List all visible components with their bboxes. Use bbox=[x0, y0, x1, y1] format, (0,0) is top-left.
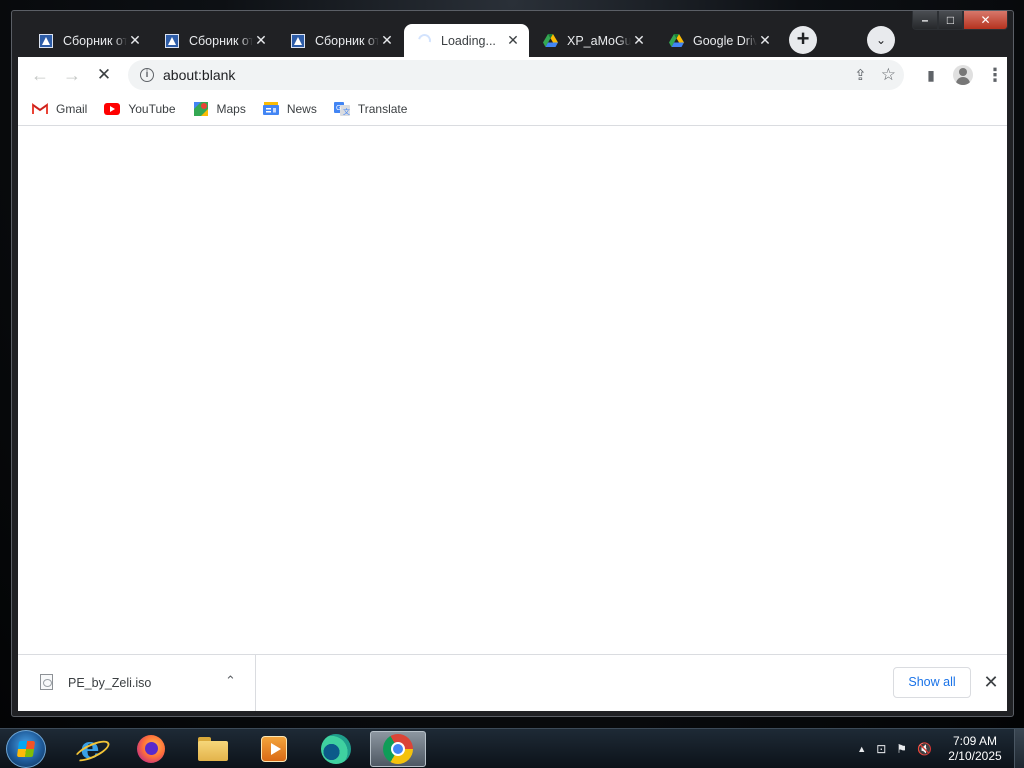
loading-spinner-icon bbox=[415, 31, 433, 50]
tab-close-icon[interactable]: ✕ bbox=[631, 32, 647, 49]
menu-icon[interactable]: ⋮ bbox=[981, 61, 1009, 89]
file-explorer-icon bbox=[198, 737, 228, 761]
tab-title: Loading... bbox=[441, 33, 496, 48]
bookmark-label: YouTube bbox=[128, 101, 176, 116]
bookmark-youtube[interactable]: YouTube bbox=[104, 101, 176, 116]
tab-title: XP_aMoGus bbox=[567, 33, 631, 48]
doc-icon bbox=[38, 33, 54, 49]
minimize-button[interactable]: – bbox=[912, 11, 938, 30]
bookmark-label: News bbox=[286, 101, 317, 116]
window-controls: – □ ✕ bbox=[912, 11, 1008, 31]
chevron-up-icon[interactable]: ⌃ bbox=[225, 673, 236, 689]
tab-title: Сборник от bbox=[63, 33, 127, 48]
volume-muted-icon[interactable]: 🔇 bbox=[917, 742, 932, 756]
bookmark-label: Gmail bbox=[56, 101, 88, 116]
action-center-flag-icon[interactable]: ⚑ bbox=[896, 742, 907, 756]
google-drive-icon bbox=[542, 33, 558, 49]
bookmark-translate[interactable]: G文 Translate bbox=[333, 101, 408, 116]
media-player-icon bbox=[261, 736, 287, 762]
tab-google-drive[interactable]: Google Drive ✕ bbox=[656, 24, 781, 57]
tab-strip: Сборник от ✕ Сборник от ✕ Сборник от ✕ L… bbox=[12, 11, 1013, 57]
profile-button[interactable] bbox=[949, 61, 977, 89]
tab-sbornik-1[interactable]: Сборник от ✕ bbox=[26, 24, 151, 57]
tab-xp-amogus[interactable]: XP_aMoGus ✕ bbox=[530, 24, 655, 57]
taskbar: e ▲ ⊡ ⚑ 🔇 7:09 AM 2/10/2025 bbox=[0, 728, 1024, 768]
start-button[interactable] bbox=[6, 730, 46, 768]
tab-search-button[interactable]: ⌄ bbox=[867, 26, 895, 54]
back-button[interactable]: ← bbox=[26, 61, 54, 89]
taskbar-media-player[interactable] bbox=[246, 731, 302, 767]
bookmark-maps[interactable]: Maps bbox=[193, 101, 246, 116]
doc-icon bbox=[290, 33, 306, 49]
tab-close-icon[interactable]: ✕ bbox=[505, 32, 521, 49]
svg-text:G: G bbox=[336, 105, 341, 112]
svg-text:文: 文 bbox=[343, 107, 350, 116]
translate-icon: G文 bbox=[333, 101, 350, 116]
tab-close-icon[interactable]: ✕ bbox=[757, 32, 773, 49]
tab-loading[interactable]: Loading... ✕ bbox=[404, 24, 529, 57]
bookmark-label: Maps bbox=[216, 101, 246, 116]
taskbar-edge[interactable] bbox=[308, 731, 364, 767]
maximize-button[interactable]: □ bbox=[938, 11, 963, 30]
tab-close-icon[interactable]: ✕ bbox=[253, 32, 269, 49]
show-desktop-button[interactable] bbox=[1014, 729, 1024, 768]
taskbar-chrome[interactable] bbox=[370, 731, 426, 767]
tab-close-icon[interactable]: ✕ bbox=[379, 32, 395, 49]
show-hidden-icons-icon[interactable]: ▲ bbox=[857, 744, 866, 754]
page-content[interactable] bbox=[18, 126, 1007, 654]
side-panel-icon[interactable]: ▮ bbox=[917, 61, 945, 89]
download-item[interactable]: PE_by_Zeli.iso ⌃ bbox=[18, 655, 256, 711]
clock-date: 2/10/2025 bbox=[948, 749, 1002, 763]
internet-explorer-icon: e bbox=[76, 734, 104, 764]
tab-sbornik-2[interactable]: Сборник от ✕ bbox=[152, 24, 277, 57]
share-icon[interactable]: ⇪ bbox=[854, 66, 867, 84]
show-all-button[interactable]: Show all bbox=[893, 667, 971, 698]
file-icon bbox=[40, 674, 53, 690]
news-icon bbox=[262, 102, 279, 116]
bookmark-label: Translate bbox=[357, 101, 408, 116]
avatar bbox=[953, 65, 973, 85]
gmail-icon bbox=[32, 102, 48, 116]
close-window-button[interactable]: ✕ bbox=[963, 11, 1008, 30]
taskbar-firefox[interactable] bbox=[123, 731, 179, 767]
download-file-name[interactable]: PE_by_Zeli.iso bbox=[68, 676, 151, 690]
omnibox-actions: ⇪ ☆ bbox=[854, 60, 896, 90]
bookmark-gmail[interactable]: Gmail bbox=[32, 102, 87, 116]
network-icon[interactable]: ⊡ bbox=[876, 742, 886, 756]
firefox-icon bbox=[137, 735, 165, 763]
bookmark-news[interactable]: News bbox=[262, 101, 317, 116]
download-shelf: PE_by_Zeli.iso ⌃ Show all ✕ bbox=[18, 654, 1007, 711]
forward-button[interactable]: → bbox=[58, 61, 86, 89]
bookmark-star-icon[interactable]: ☆ bbox=[881, 65, 896, 85]
google-drive-icon bbox=[668, 33, 684, 49]
close-shelf-icon[interactable]: ✕ bbox=[978, 669, 1004, 695]
chrome-icon bbox=[383, 734, 413, 764]
tab-title: Сборник от bbox=[315, 33, 379, 48]
url-text[interactable]: about:blank bbox=[163, 67, 235, 83]
tab-sbornik-3[interactable]: Сборник от ✕ bbox=[278, 24, 403, 57]
taskbar-file-explorer[interactable] bbox=[185, 731, 241, 767]
chrome-window: Сборник от ✕ Сборник от ✕ Сборник от ✕ L… bbox=[11, 10, 1014, 717]
edge-icon bbox=[321, 734, 351, 764]
tab-title: Сборник от bbox=[189, 33, 253, 48]
bookmarks-bar: Gmail YouTube Maps News G文 Translate bbox=[18, 92, 1007, 126]
browser-toolbar: ← → ✕ i about:blank ⇪ ☆ ▮ ⋮ bbox=[18, 57, 1007, 92]
address-bar[interactable]: i about:blank ⇪ ☆ bbox=[128, 60, 904, 90]
clock-time: 7:09 AM bbox=[952, 734, 998, 748]
system-tray: ▲ ⊡ ⚑ 🔇 7:09 AM 2/10/2025 bbox=[857, 729, 1024, 768]
new-tab-button[interactable]: + bbox=[789, 26, 817, 54]
clock[interactable]: 7:09 AM 2/10/2025 bbox=[942, 734, 1008, 764]
taskbar-internet-explorer[interactable]: e bbox=[62, 731, 118, 767]
youtube-icon bbox=[104, 102, 121, 116]
maps-icon bbox=[193, 101, 209, 116]
tab-close-icon[interactable]: ✕ bbox=[127, 32, 143, 49]
stop-loading-button[interactable]: ✕ bbox=[90, 61, 118, 89]
tab-title: Google Drive bbox=[693, 33, 757, 48]
info-icon[interactable]: i bbox=[140, 68, 154, 82]
doc-icon bbox=[164, 33, 180, 49]
